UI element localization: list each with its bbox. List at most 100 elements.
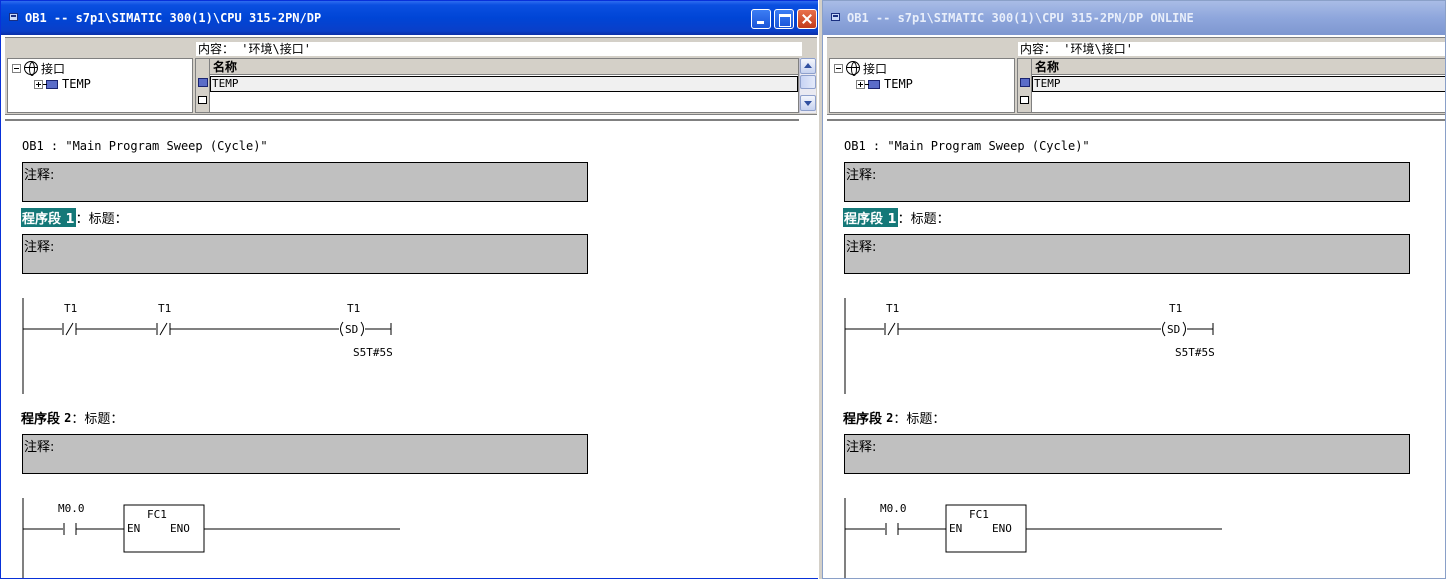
network-title: ：标题： xyxy=(897,212,950,227)
en-pin: EN xyxy=(949,522,962,535)
contact-no[interactable]: M0.0 xyxy=(58,502,85,535)
tree-item-label: TEMP xyxy=(884,77,913,91)
content-label: 内容： xyxy=(198,42,235,56)
network-word: 程序段 xyxy=(21,412,61,427)
contact-no[interactable]: M0.0 xyxy=(880,502,907,535)
comment-label: 注释: xyxy=(846,168,877,183)
fc1-block[interactable]: FC1 EN ENO xyxy=(945,504,1027,553)
window-title: OB1 -- s7p1\SIMATIC 300(1)\CPU 315-2PN/D… xyxy=(25,11,322,25)
interface-tree[interactable]: 接口 TEMP xyxy=(7,58,193,113)
block-title[interactable]: OB1 : "Main Program Sweep (Cycle)" xyxy=(844,139,1090,153)
declaration-scrollbar[interactable] xyxy=(799,58,816,113)
network-number: 2 xyxy=(64,410,72,425)
network-2-comment[interactable]: 注释: xyxy=(22,434,588,474)
tree-item-label: 接口 xyxy=(41,61,66,76)
contact-nc-1[interactable]: T1 xyxy=(62,302,77,336)
network-1-comment[interactable]: 注释: xyxy=(22,234,588,274)
window-icon[interactable] xyxy=(9,13,18,21)
code-pane[interactable]: OB1 : "Main Program Sweep (Cycle)" 注释: 程… xyxy=(5,119,799,579)
network-title: ：标题： xyxy=(71,412,124,427)
maximize-button[interactable] xyxy=(774,9,794,29)
new-row-icon[interactable] xyxy=(1020,96,1029,104)
contact-address: M0.0 xyxy=(58,502,85,515)
close-button[interactable] xyxy=(797,9,817,29)
block-comment[interactable]: 注释: xyxy=(22,162,588,202)
eno-pin: ENO xyxy=(992,522,1012,535)
code-pane[interactable]: OB1 : "Main Program Sweep (Cycle)" 注释: 程… xyxy=(827,119,1446,579)
comment-label: 注释: xyxy=(24,240,55,255)
interface-globe-icon xyxy=(846,61,860,76)
collapse-icon[interactable] xyxy=(12,63,21,73)
table-row[interactable]: TEMP xyxy=(210,76,798,92)
network-1-ladder[interactable]: T1 SD T1 S5T#5S xyxy=(827,296,1446,396)
timer-value: S5T#5S xyxy=(353,346,393,359)
scroll-thumb[interactable] xyxy=(800,75,816,89)
tree-item-temp[interactable]: TEMP xyxy=(34,77,91,91)
contact-nc-1[interactable]: T1 xyxy=(884,302,899,336)
scroll-up-button[interactable] xyxy=(800,58,816,74)
close-icon xyxy=(798,10,816,28)
column-header-name[interactable]: 名称 xyxy=(1032,59,1445,75)
coil-sd[interactable]: SD T1 S5T#5S xyxy=(340,302,393,359)
network-label: 程序段 1 xyxy=(21,208,76,227)
network-word: 程序段 xyxy=(843,412,883,427)
variable-table[interactable]: 名称 TEMP xyxy=(1017,58,1445,113)
network-2-ladder[interactable]: M0.0 FC1 EN ENO xyxy=(5,496,799,579)
collapse-icon[interactable] xyxy=(834,63,843,73)
coil-address: T1 xyxy=(347,302,360,315)
content-path: '环境\接口' xyxy=(1063,42,1133,56)
variable-table[interactable]: 名称 TEMP xyxy=(195,58,799,113)
interface-tree[interactable]: 接口 TEMP xyxy=(829,58,1015,113)
network-number: 2 xyxy=(886,410,894,425)
coil-sd[interactable]: SD T1 S5T#5S xyxy=(1162,302,1215,359)
network-1-header[interactable]: 程序段 1 ：标题： xyxy=(843,208,950,227)
new-row-icon[interactable] xyxy=(198,96,207,104)
tree-item-label: TEMP xyxy=(62,77,91,91)
maximize-icon xyxy=(775,10,793,28)
comment-label: 注释: xyxy=(24,168,55,183)
content-label: 内容： xyxy=(1020,42,1057,56)
block-title[interactable]: OB1 : "Main Program Sweep (Cycle)" xyxy=(22,139,268,153)
contact-address: T1 xyxy=(886,302,899,315)
variable-icon xyxy=(198,78,208,87)
network-2-ladder[interactable]: M0.0 FC1 EN ENO xyxy=(827,496,1446,579)
title-bar[interactable]: OB1 -- s7p1\SIMATIC 300(1)\CPU 315-2PN/D… xyxy=(1,1,819,35)
comment-label: 注释: xyxy=(846,240,877,255)
network-2-comment[interactable]: 注释: xyxy=(844,434,1410,474)
network-number: 1 xyxy=(887,212,897,227)
network-2-header[interactable]: 程序段 2 ：标题： xyxy=(843,409,945,428)
contact-address: T1 xyxy=(64,302,77,315)
scroll-down-button[interactable] xyxy=(800,95,816,111)
comment-label: 注释: xyxy=(24,440,55,455)
timer-value: S5T#5S xyxy=(1175,346,1215,359)
variable-icon xyxy=(1020,78,1030,87)
expand-icon[interactable] xyxy=(856,79,865,89)
interface-globe-icon xyxy=(24,61,38,76)
network-1-ladder[interactable]: T1 T1 SD T1 S5T#5S xyxy=(5,296,799,396)
coil-address: T1 xyxy=(1169,302,1182,315)
network-2-header[interactable]: 程序段 2 ：标题： xyxy=(21,409,124,428)
minimize-button[interactable] xyxy=(751,9,771,29)
tree-item-temp[interactable]: TEMP xyxy=(856,77,913,91)
comment-label: 注释: xyxy=(846,440,877,455)
contact-address: T1 xyxy=(158,302,171,315)
network-1-header[interactable]: 程序段 1 ：标题： xyxy=(21,208,128,227)
coil-type: SD xyxy=(1167,323,1180,336)
table-row[interactable]: TEMP xyxy=(1032,76,1445,92)
fc1-block[interactable]: FC1 EN ENO xyxy=(123,504,205,553)
column-header-name[interactable]: 名称 xyxy=(210,59,798,75)
en-pin: EN xyxy=(127,522,140,535)
block-comment[interactable]: 注释: xyxy=(844,162,1410,202)
tree-item-interface[interactable]: 接口 xyxy=(12,61,66,76)
title-bar[interactable]: OB1 -- s7p1\SIMATIC 300(1)\CPU 315-2PN/D… xyxy=(823,1,1445,35)
window-icon[interactable] xyxy=(831,13,840,21)
tree-item-interface[interactable]: 接口 xyxy=(834,61,887,76)
content-path-bar: 内容： '环境\接口' xyxy=(1017,41,1445,57)
declaration-pane: 接口 TEMP 内容： '环境\接口' 名称 TEMP xyxy=(827,37,1445,115)
eno-pin: ENO xyxy=(170,522,190,535)
contact-nc-2[interactable]: T1 xyxy=(156,302,171,336)
variable-icon xyxy=(43,79,58,89)
network-number: 1 xyxy=(65,212,75,227)
expand-icon[interactable] xyxy=(34,79,43,89)
network-1-comment[interactable]: 注释: xyxy=(844,234,1410,274)
